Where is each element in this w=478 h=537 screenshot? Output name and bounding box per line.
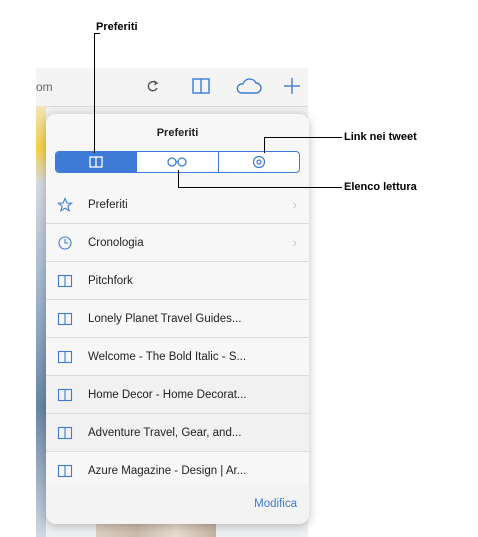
- plus-icon[interactable]: [282, 75, 302, 102]
- segment-shared-links[interactable]: [219, 152, 299, 172]
- cloud-icon[interactable]: [234, 75, 264, 102]
- edit-button[interactable]: Modifica: [254, 498, 297, 510]
- book-icon: [89, 156, 103, 168]
- background-page-strip: [36, 106, 46, 537]
- at-icon: [252, 155, 265, 169]
- list-item[interactable]: Pitchfork: [46, 262, 309, 300]
- callout-line: [178, 170, 179, 188]
- book-icon: [54, 349, 76, 365]
- star-icon: [54, 196, 76, 213]
- list-item[interactable]: Home Decor - Home Decorat...: [46, 376, 309, 414]
- callout-line: [264, 137, 342, 138]
- glasses-icon: [167, 157, 188, 167]
- book-icon: [54, 425, 76, 441]
- toolbar: om: [36, 68, 308, 107]
- address-bar-text[interactable]: om: [36, 80, 53, 94]
- book-icon: [54, 311, 76, 327]
- segment-reading-list[interactable]: [137, 152, 219, 172]
- list-item[interactable]: Welcome - The Bold Italic - S...: [46, 338, 309, 376]
- book-icon: [54, 273, 76, 289]
- book-icon: [54, 463, 76, 479]
- callout-line: [94, 33, 100, 34]
- segment-bookmarks[interactable]: [56, 152, 138, 172]
- popover-footer: Modifica: [46, 485, 309, 524]
- chevron-right-icon: ›: [292, 235, 297, 250]
- book-icon[interactable]: [191, 75, 211, 102]
- callout-elenco-lettura: Elenco lettura: [344, 181, 417, 193]
- chevron-right-icon: ›: [292, 197, 297, 212]
- callout-line: [94, 33, 95, 153]
- callout-line: [178, 187, 342, 188]
- clock-icon: [54, 235, 76, 251]
- reload-icon[interactable]: [146, 75, 160, 102]
- bookmarks-list: Preferiti › Cronologia › Pitchfork Lonel…: [46, 186, 309, 490]
- list-item-preferiti[interactable]: Preferiti ›: [46, 186, 309, 224]
- book-icon: [54, 387, 76, 403]
- list-item[interactable]: Adventure Travel, Gear, and...: [46, 414, 309, 452]
- callout-line: [264, 137, 265, 153]
- callout-link-tweet: Link nei tweet: [344, 131, 417, 143]
- callout-preferiti: Preferiti: [96, 21, 138, 33]
- list-item[interactable]: Lonely Planet Travel Guides...: [46, 300, 309, 338]
- list-item-cronologia[interactable]: Cronologia ›: [46, 224, 309, 262]
